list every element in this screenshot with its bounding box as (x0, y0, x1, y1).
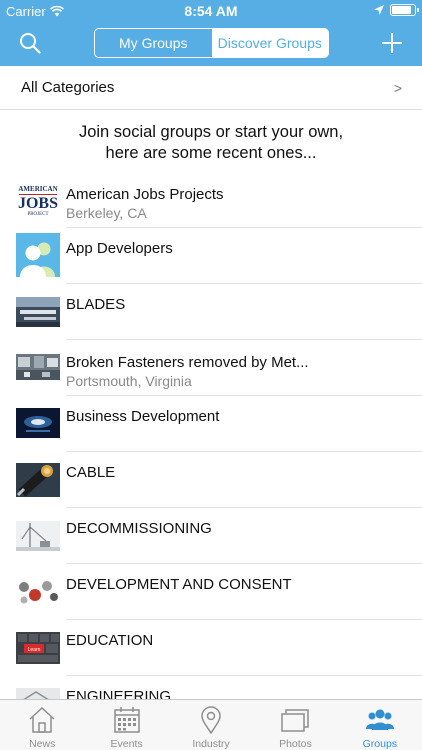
nav-header: Carrier 8:54 AM My Groups Discover Group… (0, 0, 422, 66)
tab-bar: News Events Industry Photos Groups (0, 699, 422, 750)
group-row-decommissioning[interactable]: DECOMMISSIONING (0, 508, 422, 564)
status-right (374, 4, 419, 16)
group-title: EDUCATION (66, 632, 154, 649)
group-row-development-and-consent[interactable]: DEVELOPMENT AND CONSENT (0, 564, 422, 620)
tab-label: Events (110, 738, 143, 750)
chevron-right-icon: > (393, 79, 402, 96)
group-title: Business Development (66, 408, 220, 425)
group-photo-blades (16, 297, 60, 341)
intro-line-2: here are some recent ones... (105, 144, 317, 162)
battery-icon (390, 4, 419, 16)
all-categories-row[interactable]: All Categories > (0, 66, 422, 110)
logo-text-jobs: JOBS (18, 195, 58, 212)
group-row-cable[interactable]: CABLE (0, 452, 422, 508)
logo-text-project: PROJECT (27, 212, 48, 217)
group-photo-development (16, 577, 60, 607)
group-location: Berkeley, CA (66, 205, 147, 221)
group-photo-education: Learn (16, 632, 60, 664)
group-row-business-development[interactable]: Business Development (0, 396, 422, 452)
group-title: DECOMMISSIONING (66, 520, 212, 537)
group-placeholder-avatar (16, 233, 60, 277)
group-segmented-control: My Groups Discover Groups (94, 28, 329, 58)
battery-fill (392, 6, 411, 14)
group-title: Broken Fasteners removed by Met... (66, 354, 309, 371)
house-icon (29, 706, 55, 733)
group-list: AMERICAN JOBS PROJECT American Jobs Proj… (0, 172, 422, 699)
tab-label: Industry (192, 738, 230, 750)
calendar-icon (113, 707, 140, 733)
plus-icon[interactable] (380, 31, 404, 55)
photos-icon (281, 709, 310, 732)
group-photo-fasteners (16, 354, 60, 380)
group-title: ENGINEERING (66, 688, 172, 699)
group-title: BLADES (66, 296, 126, 313)
tab-news[interactable]: News (0, 700, 84, 750)
group-row-broken-fasteners[interactable]: Broken Fasteners removed by Met... Ports… (0, 340, 422, 396)
group-row-american-jobs-projects[interactable]: AMERICAN JOBS PROJECT American Jobs Proj… (0, 172, 422, 228)
group-title: App Developers (66, 240, 173, 257)
group-title: American Jobs Projects (66, 186, 224, 203)
tab-label: Photos (279, 738, 312, 750)
search-icon[interactable] (18, 31, 42, 55)
location-arrow-icon (374, 5, 384, 15)
keyboard-key-text: Learn (28, 647, 41, 653)
segment-discover-groups[interactable]: Discover Groups (211, 29, 328, 57)
map-pin-icon (201, 706, 221, 735)
status-bar: Carrier 8:54 AM (0, 0, 422, 22)
people-icon (365, 709, 394, 730)
group-row-education[interactable]: Learn EDUCATION (0, 620, 422, 676)
intro-text: Join social groups or start your own, he… (0, 122, 422, 164)
logo-text-american: AMERICAN (18, 185, 57, 193)
tab-groups[interactable]: Groups (338, 700, 422, 750)
group-title: DEVELOPMENT AND CONSENT (66, 576, 292, 593)
group-location: Portsmouth, Virginia (66, 373, 192, 389)
group-row-engineering[interactable]: ENGINEERING (0, 676, 422, 699)
tab-label: Groups (362, 738, 398, 750)
group-row-blades[interactable]: BLADES (0, 284, 422, 340)
group-row-app-developers[interactable]: App Developers (0, 228, 422, 284)
group-logo: AMERICAN JOBS PROJECT (16, 184, 60, 228)
tab-label: News (29, 738, 56, 750)
group-photo-cable (16, 463, 60, 497)
group-photo-engineering (16, 688, 60, 699)
status-time: 8:54 AM (184, 3, 238, 19)
group-photo-business-development (16, 408, 60, 438)
group-title: CABLE (66, 464, 116, 481)
tab-events[interactable]: Events (84, 700, 168, 750)
tab-photos[interactable]: Photos (253, 700, 337, 750)
group-photo-decommissioning (16, 521, 60, 551)
intro-line-1: Join social groups or start your own, (78, 123, 344, 141)
categories-label: All Categories (21, 79, 115, 96)
segment-my-groups[interactable]: My Groups (95, 29, 212, 57)
tab-industry[interactable]: Industry (169, 700, 253, 750)
